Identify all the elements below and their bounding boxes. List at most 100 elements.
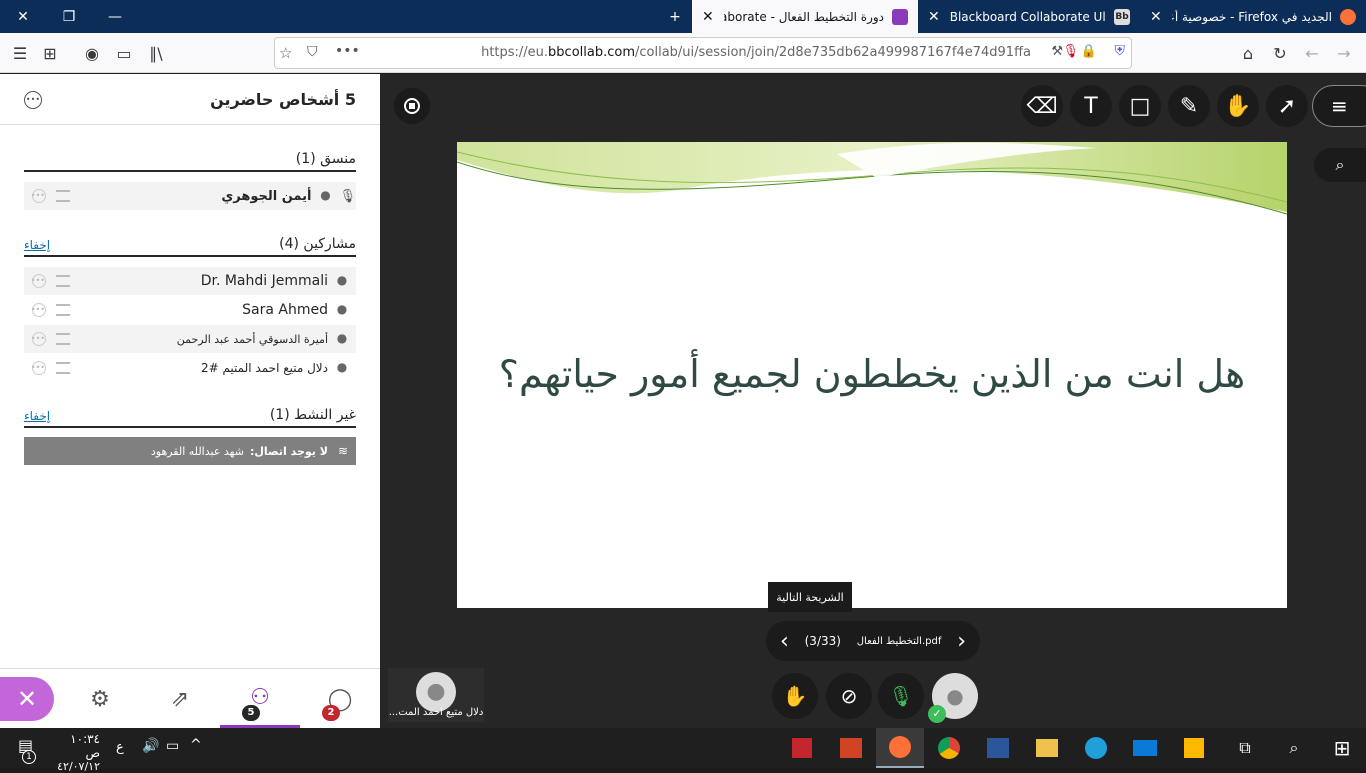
user-icon: ● — [336, 331, 348, 345]
page-counter: (3/33) — [804, 634, 841, 648]
firefox-favicon-icon — [1340, 8, 1356, 25]
tab-firefox-new[interactable]: ✕ الجديد في Firefox - خصوصية أعلى — [1140, 0, 1366, 33]
shape-tool-icon[interactable]: □ — [1119, 85, 1161, 127]
next-slide-icon[interactable]: › — [957, 629, 966, 654]
microphone-on-icon[interactable]: 🎙 — [878, 673, 924, 719]
next-slide-tooltip: الشريحة التالية — [768, 582, 852, 612]
extensions-icon[interactable]: ⊞ — [36, 39, 64, 67]
slide-pager: ‹ (3/33) التخطيط الفعال.pdf › — [766, 621, 980, 661]
mail-icon[interactable] — [1131, 734, 1159, 762]
no-signal-icon: ≋ — [337, 444, 348, 458]
search-icon[interactable]: ⌕ — [1280, 734, 1308, 762]
pencil-icon[interactable]: ✎ — [1168, 85, 1210, 127]
stop-share-button[interactable] — [394, 88, 430, 124]
previous-slide-icon[interactable]: ‹ — [780, 629, 789, 654]
tools-menu-icon[interactable]: ≡ — [1312, 85, 1366, 127]
input-language[interactable]: ع — [116, 740, 124, 755]
pointer-select-icon[interactable]: ➚ — [1266, 85, 1308, 127]
attendee-menu-icon[interactable]: ••• — [31, 361, 46, 375]
bookmark-star-icon[interactable]: ☆ — [279, 44, 292, 62]
show-hidden-icons-icon[interactable]: ^ — [190, 737, 202, 753]
hamburger-menu-icon[interactable]: ☰ — [6, 39, 34, 67]
share-content-icon[interactable]: ⇗ — [140, 669, 220, 729]
close-tab-icon[interactable]: ✕ — [928, 9, 940, 25]
attendee-menu-icon[interactable]: ••• — [31, 274, 46, 288]
task-view-icon[interactable]: ⧉ — [1231, 734, 1259, 762]
tab-title: الجديد في Firefox - خصوصية أعلى — [1172, 9, 1332, 24]
panel-title: 5 أشخاص حاضرين — [210, 90, 356, 109]
file-explorer-icon[interactable] — [1033, 734, 1061, 762]
participant-row[interactable]: ● دلال متيع احمد المتيم #2 ••• — [24, 354, 356, 382]
close-window-icon[interactable]: ✕ — [0, 0, 46, 33]
clock[interactable]: ١٠:٣٤ ص ٤٢/٠٧/١٢ — [56, 732, 100, 773]
microphone-in-use-icon[interactable]: 🎙 — [1062, 44, 1079, 59]
reload-icon[interactable]: ↻ — [1266, 39, 1294, 67]
home-icon[interactable]: ⌂ — [1234, 39, 1262, 67]
word-icon[interactable] — [984, 734, 1012, 762]
user-icon: ● — [336, 302, 348, 316]
chat-tab-icon[interactable]: ◯ 2 — [300, 669, 380, 729]
acrobat-icon[interactable] — [788, 734, 816, 762]
tab-collaborate[interactable]: ✕ دورة التخطيط الفعال - Collaborate — [692, 0, 918, 33]
eraser-icon[interactable]: ⌫ — [1021, 85, 1063, 127]
slide-header-decoration — [457, 142, 1287, 215]
windows-taskbar: ▤ 1 ١٠:٣٤ ص ٤٢/٠٧/١٢ ع 🔊 ▭ ^ ⧉ ⌕ ⊞ — [0, 728, 1366, 773]
participant-row[interactable]: ● أميرة الدسوقي أحمد عبد الرحمن ••• — [24, 325, 356, 353]
url-text: https://eu.bbcollab.com/collab/ui/sessio… — [481, 45, 1031, 60]
network-icon[interactable]: ▭ — [166, 738, 179, 754]
pocket-icon[interactable]: ⛉ — [307, 44, 318, 60]
forward-arrow-icon[interactable]: → — [1330, 39, 1358, 67]
pan-hand-icon[interactable]: ✋ — [1217, 85, 1259, 127]
close-tab-icon[interactable]: ✕ — [702, 9, 714, 25]
file-name: التخطيط الفعال.pdf — [856, 635, 942, 647]
volume-icon[interactable]: 🔊 — [142, 738, 159, 754]
participants-section-header: مشاركين (4) إخفاء — [24, 233, 356, 257]
url-bar[interactable]: ☆ ⛉ ••• https://eu.bbcollab.com/collab/u… — [274, 37, 1132, 69]
edge-icon[interactable] — [1082, 734, 1110, 762]
my-status-avatar[interactable]: ● ✓ — [928, 673, 978, 723]
blackboard-favicon-icon: Bb — [1114, 8, 1130, 25]
inactive-row[interactable]: ≋ لا يوجد اتصال: شهد عبدالله القرهود — [24, 437, 356, 465]
attendee-menu-icon[interactable]: ••• — [31, 332, 46, 346]
hide-link[interactable]: إخفاء — [24, 409, 50, 423]
close-panel-button[interactable]: ✕ — [0, 677, 54, 721]
firefox-icon — [889, 736, 911, 758]
close-tab-icon[interactable]: ✕ — [1150, 9, 1162, 25]
slide-title: هل انت من الذين يخططون لجميع أمور حياتهم… — [498, 352, 1246, 396]
settings-gear-icon[interactable]: ⚙ — [60, 669, 140, 729]
raise-hand-icon[interactable]: ✋ — [772, 673, 818, 719]
attendees-tab-icon[interactable]: ⚇ 5 — [220, 669, 300, 729]
store-icon[interactable] — [1180, 734, 1208, 762]
windows-start-icon[interactable]: ⊞ — [1328, 734, 1356, 762]
main-stage: ⌫ T □ ✎ ✋ ➚ ≡ ⌕ هل انت من الذين يخططون ل… — [380, 74, 1366, 728]
participant-row[interactable]: ● Dr. Mahdi Jemmali ••• — [24, 267, 356, 295]
moderator-row[interactable]: 🎙 ● أيمن الجوهري ••• — [24, 182, 356, 210]
account-icon[interactable]: ◉ — [78, 39, 106, 67]
permissions-icon[interactable]: ⚒ — [1051, 44, 1063, 59]
back-arrow-icon[interactable]: ← — [1298, 39, 1326, 67]
notes-icon — [56, 304, 70, 316]
chrome-icon[interactable] — [935, 734, 963, 762]
zoom-search-icon[interactable]: ⌕ — [1314, 148, 1366, 182]
restore-window-icon[interactable]: ❐ — [46, 0, 92, 33]
attendee-menu-icon[interactable]: ••• — [31, 189, 46, 203]
firefox-taskbar-button[interactable] — [876, 728, 924, 768]
notes-icon — [56, 275, 70, 287]
more-options-icon[interactable]: ••• — [24, 91, 42, 109]
browser-tab-bar: ✕ ❐ — + ✕ دورة التخطيط الفعال - Collabor… — [0, 0, 1366, 33]
shield-icon[interactable]: ⛨ — [1115, 43, 1126, 59]
lock-icon[interactable]: 🔒 — [1081, 44, 1097, 59]
notes-icon — [56, 333, 70, 345]
powerpoint-icon[interactable] — [837, 734, 865, 762]
attendee-menu-icon[interactable]: ••• — [31, 303, 46, 317]
library-icon[interactable]: ∥\ — [142, 39, 170, 67]
camera-off-icon[interactable]: ⊘ — [826, 673, 872, 719]
minimize-window-icon[interactable]: — — [92, 0, 138, 33]
hide-link[interactable]: إخفاء — [24, 238, 50, 252]
tab-blackboard[interactable]: ✕ Blackboard Collaborate Ultra - Bb — [918, 0, 1140, 33]
more-actions-icon[interactable]: ••• — [335, 43, 360, 59]
reader-view-icon[interactable]: ▭ — [110, 39, 138, 67]
notes-icon — [56, 362, 70, 374]
participant-row[interactable]: ● Sara Ahmed ••• — [24, 296, 356, 324]
text-tool-icon[interactable]: T — [1070, 85, 1112, 127]
